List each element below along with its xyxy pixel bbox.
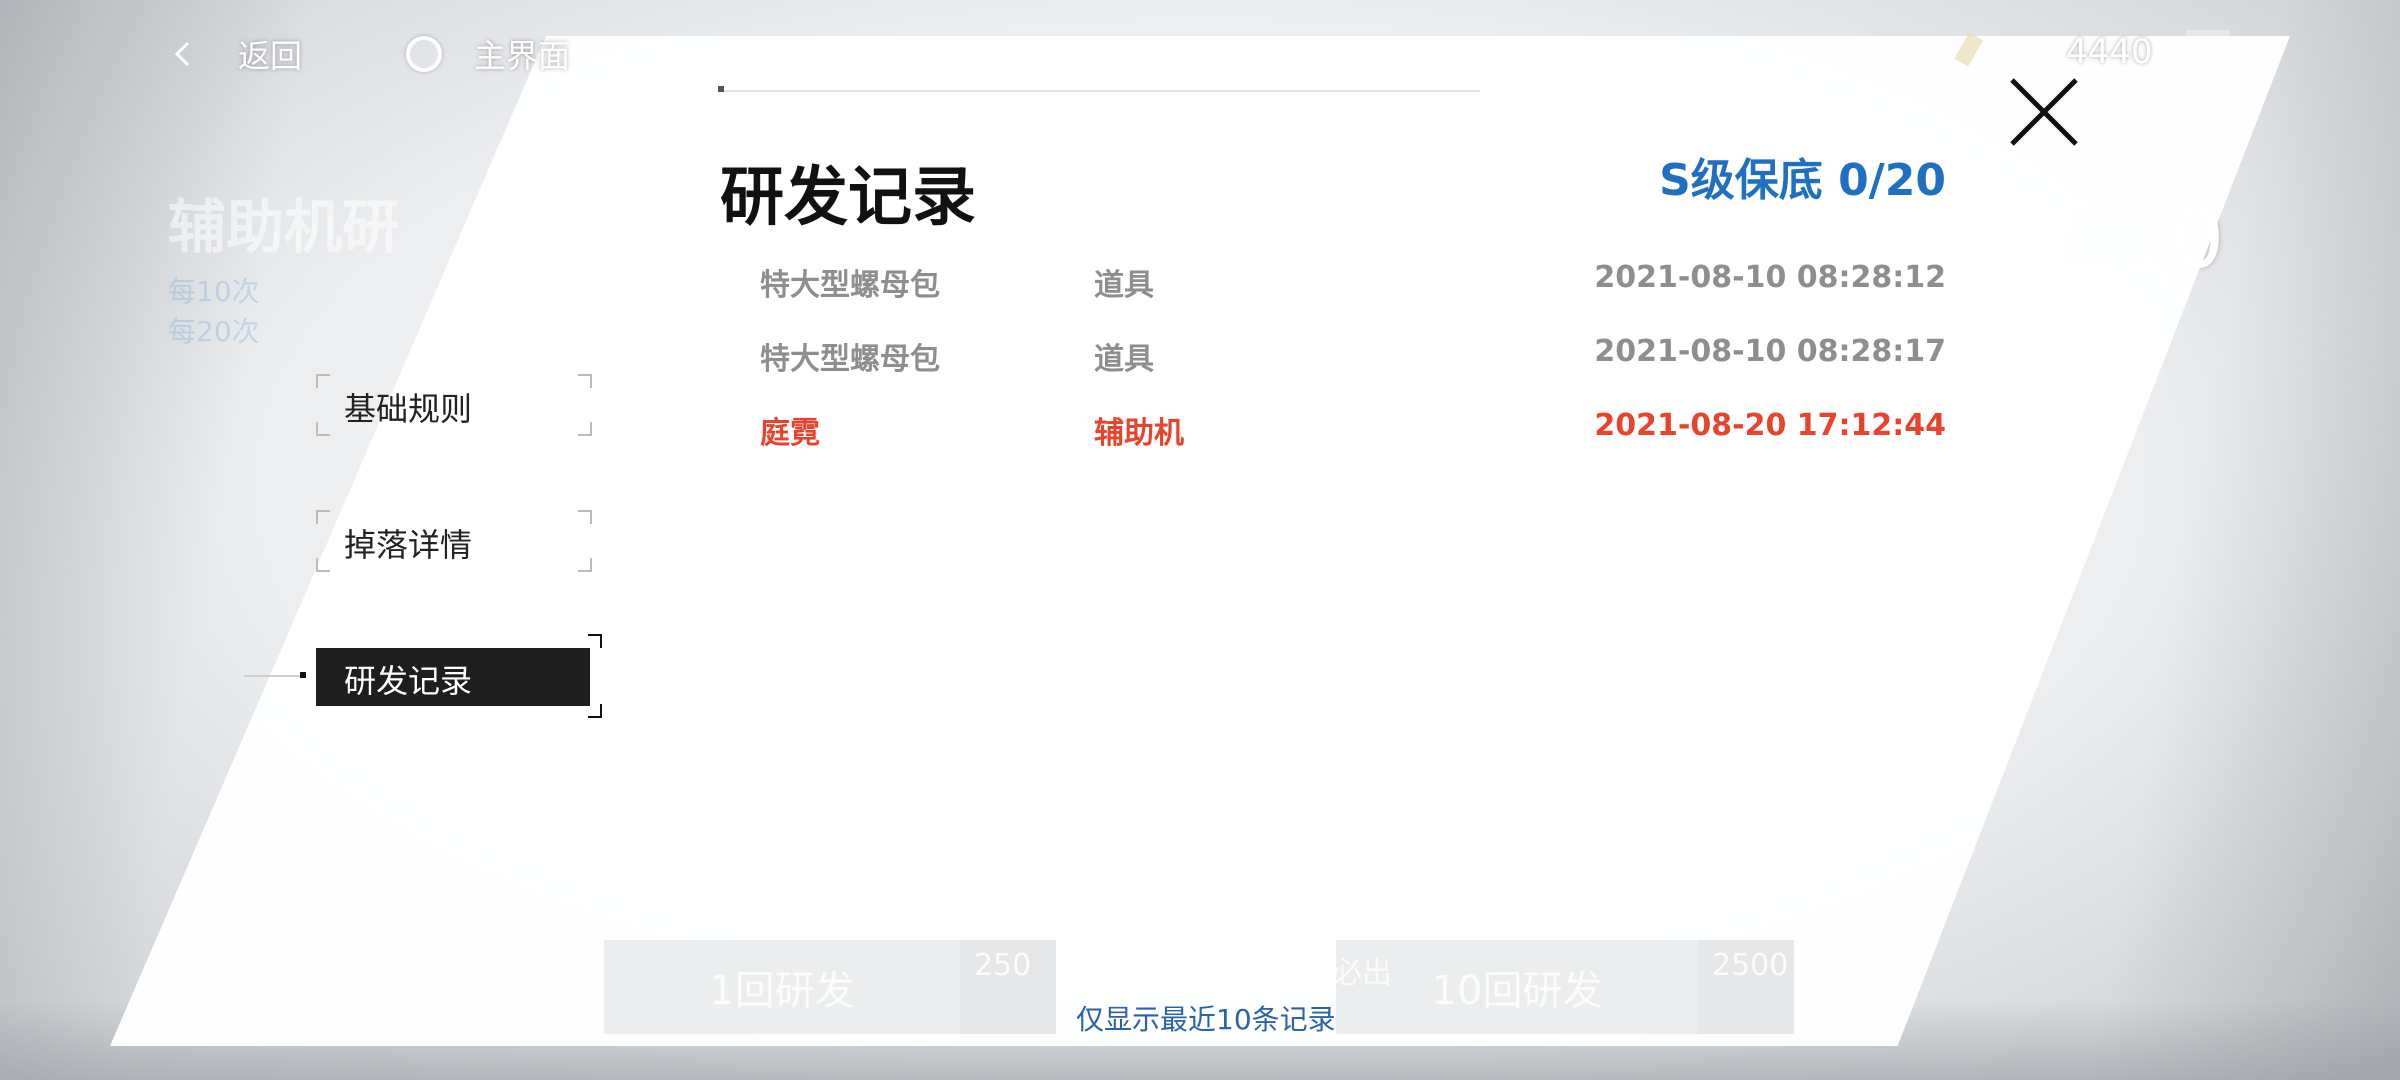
pull-10-cost-value: 2500 [1712,948,1789,983]
home-label: 主界面 [474,37,571,75]
records-footer-note: 仅显示最近10条记录 [1076,1003,1336,1036]
bracket-corner [578,374,592,388]
circle-home-icon [406,36,442,72]
record-time: 2021-08-10 08:28:17 [1594,334,1946,369]
bracket-corner [588,704,602,718]
record-name: 特大型螺母包 [760,342,940,377]
background-title: 辅助机研 [168,193,401,261]
pull-1-cost-value: 250 [974,948,1032,983]
nav-item-basic-rules[interactable]: 基础规则 [316,374,592,436]
nav-item-label: 掉落详情 [344,526,473,564]
pull-1-cost: 250 [960,940,1056,1034]
chevron-left-icon [174,41,190,67]
record-time: 2021-08-20 17:12:44 [1594,408,1946,443]
background-sub-line: 每10次 [168,275,260,308]
record-type: 道具 [1094,268,1154,303]
currency-ticket-icon [1954,32,1984,67]
home-button[interactable]: 主界面 [406,28,570,80]
currency-display: 4440 [1950,22,2230,82]
nav-item-records[interactable]: 研发记录 [316,634,602,718]
bracket-corner [316,422,330,436]
back-label: 返回 [238,37,303,75]
bracket-corner [316,558,330,572]
record-row: 特大型螺母包 道具 2021-08-10 08:28:12 [760,250,1946,324]
pull-1-label: 1回研发 [709,968,855,1014]
currency-value: 4440 [2066,32,2153,72]
background-sub-line: 每20次 [168,315,260,348]
modal-top-marker [718,86,724,92]
pull-1-button: 1回研发 [604,940,960,1034]
plus-icon [2197,41,2219,63]
record-name: 特大型螺母包 [760,268,940,303]
modal-title: 研发记录 [720,161,976,235]
bracket-corner [578,510,592,524]
nav-item-drop-details[interactable]: 掉落详情 [316,510,592,572]
bracket-corner [316,374,330,388]
record-row: 庭霓 辅助机 2021-08-20 17:12:44 [760,398,1946,472]
close-button[interactable] [2004,72,2084,152]
pull-10-label: 10回研发 [1431,968,1603,1014]
pull-10-cost: 2500 [1698,940,1794,1034]
records-list: 特大型螺母包 道具 2021-08-10 08:28:12 特大型螺母包 道具 … [760,250,1946,472]
record-row: 特大型螺母包 道具 2021-08-10 08:28:17 [760,324,1946,398]
record-name: 庭霓 [760,416,820,451]
nav-item-label: 研发记录 [344,662,473,700]
record-time: 2021-08-10 08:28:12 [1594,260,1946,295]
modal-top-divider [718,90,1480,92]
record-type: 辅助机 [1094,416,1184,451]
bracket-corner [578,422,592,436]
active-indicator-line [244,675,306,677]
bracket-corner [316,510,330,524]
record-type: 道具 [1094,342,1154,377]
back-button[interactable]: 返回 [170,28,302,80]
bracket-corner [588,634,602,648]
pity-counter: S级保底 0/20 [1659,155,1946,206]
add-currency-button[interactable] [2186,30,2230,74]
close-icon [2010,78,2078,146]
nav-item-label: 基础规则 [344,390,473,428]
background-subtitle: 每10次 每20次 [168,272,260,352]
active-indicator-dot [300,672,306,678]
guarantee-label: 必出 [1332,956,1392,991]
bracket-corner [578,558,592,572]
